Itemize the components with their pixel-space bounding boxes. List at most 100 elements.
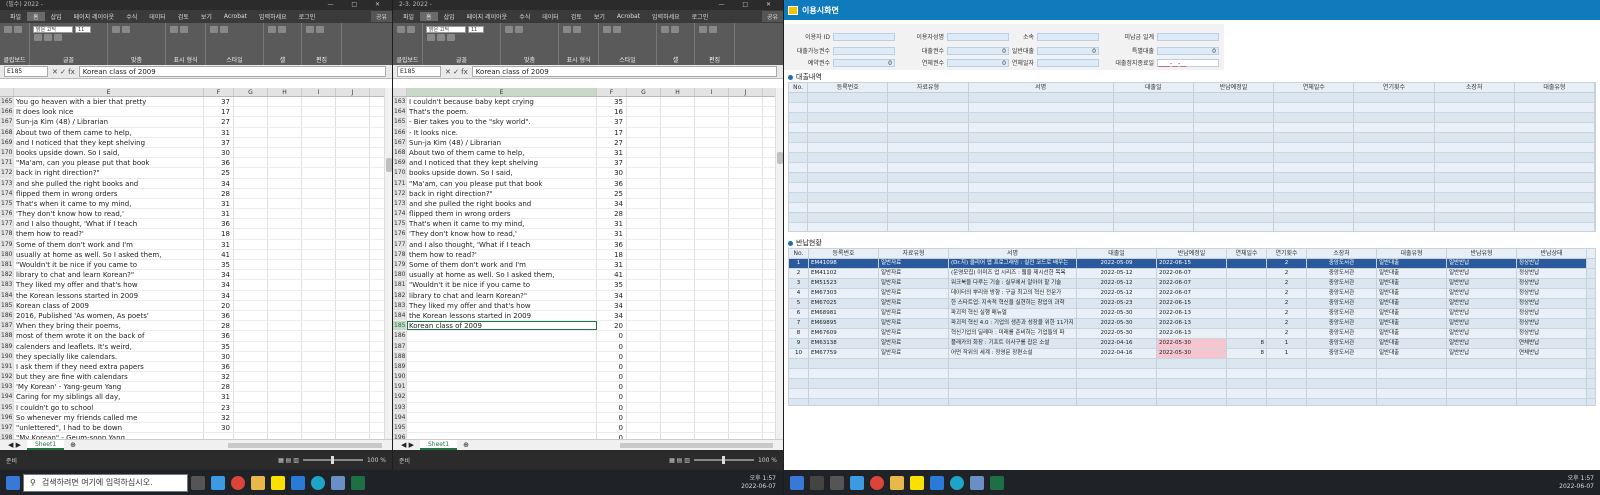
nav-arrows-icon[interactable]: ◀ ▶ xyxy=(8,441,21,449)
row-number[interactable]: 177 xyxy=(0,219,14,229)
task-view-icon[interactable] xyxy=(191,475,205,490)
cell-e[interactable]: They liked my offer and that's how xyxy=(407,300,597,310)
table-cell[interactable]: 2 xyxy=(1267,289,1307,298)
cell-e[interactable]: "unlettered", I had to be down xyxy=(14,423,204,433)
cell-e[interactable]: books upside down. So I said, xyxy=(14,147,204,158)
cell-empty[interactable] xyxy=(729,198,763,209)
form-input[interactable] xyxy=(833,32,895,41)
cell-empty[interactable] xyxy=(627,97,661,107)
cell-empty[interactable] xyxy=(661,260,695,270)
cell-empty[interactable] xyxy=(336,239,370,249)
table-cell[interactable]: 2022-05-30 xyxy=(1077,329,1157,338)
cell-empty[interactable] xyxy=(234,361,268,372)
search-icon[interactable] xyxy=(810,475,824,490)
cell-empty[interactable] xyxy=(729,423,763,433)
cell-e[interactable]: 'My Korean' - Yang-geum Yang xyxy=(14,382,204,392)
cell-empty[interactable] xyxy=(627,341,661,351)
cell-empty[interactable] xyxy=(627,361,661,372)
cell-empty[interactable] xyxy=(268,280,302,290)
table-cell[interactable]: 일반반납 xyxy=(1447,319,1517,328)
table-cell[interactable]: 2022-06-13 xyxy=(1157,309,1227,318)
row-number[interactable]: 193 xyxy=(0,382,14,392)
cell-empty[interactable] xyxy=(302,382,336,392)
row-number[interactable]: 180 xyxy=(0,249,14,259)
table-cell[interactable]: 일반자료 xyxy=(879,279,949,288)
cell-empty[interactable] xyxy=(661,219,695,229)
cell-e[interactable]: 'They don't know how to read,' xyxy=(407,229,597,239)
nav-arrows-icon[interactable]: ◀ ▶ xyxy=(401,441,414,449)
cell-empty[interactable] xyxy=(302,147,336,158)
cell-f[interactable]: 31 xyxy=(597,260,627,270)
cell-empty[interactable] xyxy=(661,341,695,351)
cell-empty[interactable] xyxy=(729,412,763,422)
table-cell[interactable]: EM68981 xyxy=(809,309,879,318)
mail-icon[interactable] xyxy=(930,475,944,490)
cell-empty[interactable] xyxy=(302,361,336,372)
table-cell[interactable]: 중앙도서관 xyxy=(1307,289,1377,298)
table-row-empty[interactable] xyxy=(789,213,1595,223)
system-tray[interactable]: 오후 1:57 2022-06-07 xyxy=(741,475,776,491)
cell-empty[interactable] xyxy=(627,249,661,259)
row-number[interactable]: 174 xyxy=(393,209,407,219)
table-header-cell[interactable]: 연체일수 xyxy=(1227,249,1267,258)
sheet-tab[interactable]: Sheet1 xyxy=(27,440,65,450)
cell-e[interactable]: "Wouldn't it be nice if you came to xyxy=(407,280,597,290)
ribbon-button-icon[interactable] xyxy=(563,26,571,33)
table-row-empty[interactable] xyxy=(789,103,1595,113)
row-number[interactable]: 181 xyxy=(0,260,14,270)
font-name-select[interactable]: 맑은 고딕 xyxy=(33,26,73,33)
table-cell[interactable]: 1 xyxy=(789,259,809,268)
cell-empty[interactable] xyxy=(302,300,336,310)
cell-empty[interactable] xyxy=(336,147,370,158)
cell-empty[interactable] xyxy=(729,249,763,259)
cell-empty[interactable] xyxy=(695,361,729,372)
cell-empty[interactable] xyxy=(234,137,268,147)
table-cell[interactable]: 5 xyxy=(789,299,809,308)
table-cell[interactable]: 어떤 작위의 세계 : 정영문 장편소설 xyxy=(949,349,1077,358)
table-cell[interactable]: 2 xyxy=(1267,269,1307,278)
table-cell[interactable]: 1 xyxy=(1267,349,1307,358)
table-cell[interactable]: 플래카의 화장 : 기프트 이사구를 잡은 소설 xyxy=(949,339,1077,348)
cell-empty[interactable] xyxy=(302,310,336,321)
app2-icon[interactable] xyxy=(970,475,984,490)
cell-e[interactable]: and she pulled the right books and xyxy=(407,198,597,209)
table-cell[interactable]: 8 xyxy=(789,329,809,338)
table-cell[interactable]: 2022-05-09 xyxy=(1077,259,1157,268)
cell-f[interactable]: 0 xyxy=(597,331,627,341)
row-number[interactable]: 185 xyxy=(393,321,407,331)
cell-empty[interactable] xyxy=(268,260,302,270)
table-cell[interactable]: 파괴적 혁신 실행 매뉴얼 xyxy=(949,309,1077,318)
cell-empty[interactable] xyxy=(234,229,268,239)
cell-e[interactable]: library to chat and learn Korean?" xyxy=(407,290,597,300)
cell-empty[interactable] xyxy=(234,392,268,402)
cell-e[interactable]: them how to read?' xyxy=(14,229,204,239)
cell-f[interactable]: 17 xyxy=(597,127,627,137)
cell-f[interactable]: 36 xyxy=(597,178,627,188)
cell-f[interactable]: 34 xyxy=(597,300,627,310)
table-cell[interactable]: 일반반납 xyxy=(1447,279,1517,288)
ribbon-tab[interactable]: Acrobat xyxy=(218,13,253,20)
cell-e[interactable]: Some of them don't work and I'm xyxy=(14,239,204,249)
table-cell[interactable]: EM69895 xyxy=(809,319,879,328)
cell-empty[interactable] xyxy=(234,341,268,351)
cell-empty[interactable] xyxy=(302,107,336,117)
cell-empty[interactable] xyxy=(661,188,695,198)
cell-f[interactable]: 36 xyxy=(204,158,234,168)
column-header[interactable]: G xyxy=(234,88,268,96)
cell-e[interactable]: and I noticed that they kept shelving xyxy=(14,137,204,147)
cell-empty[interactable] xyxy=(627,158,661,168)
cell-e[interactable]: About two of them came to help, xyxy=(14,127,204,137)
ribbon-button-icon[interactable] xyxy=(316,26,324,33)
ribbon-button-icon[interactable] xyxy=(407,26,415,33)
cell-empty[interactable] xyxy=(336,331,370,341)
cell-empty[interactable] xyxy=(268,117,302,127)
ribbon-button-icon[interactable] xyxy=(661,26,669,33)
table-cell[interactable]: 혁신기업의 딜레마 : 미래를 준비하는 기업들의 파 xyxy=(949,329,1077,338)
table-row[interactable]: 9 EM63138 일반자료 플래카의 화장 : 기프트 이사구를 잡은 소설 2022… xyxy=(789,339,1595,349)
cell-empty[interactable] xyxy=(336,260,370,270)
table-cell[interactable]: 일반대출 xyxy=(1377,259,1447,268)
cell-empty[interactable] xyxy=(336,178,370,188)
zoom-slider[interactable] xyxy=(693,456,754,464)
cell-f[interactable]: 31 xyxy=(204,198,234,209)
table-row[interactable]: 4 EM67303 일반자료 데이터의 뿌리와 방향 : 구글 최고의 혁신 전문가 2… xyxy=(789,289,1595,299)
